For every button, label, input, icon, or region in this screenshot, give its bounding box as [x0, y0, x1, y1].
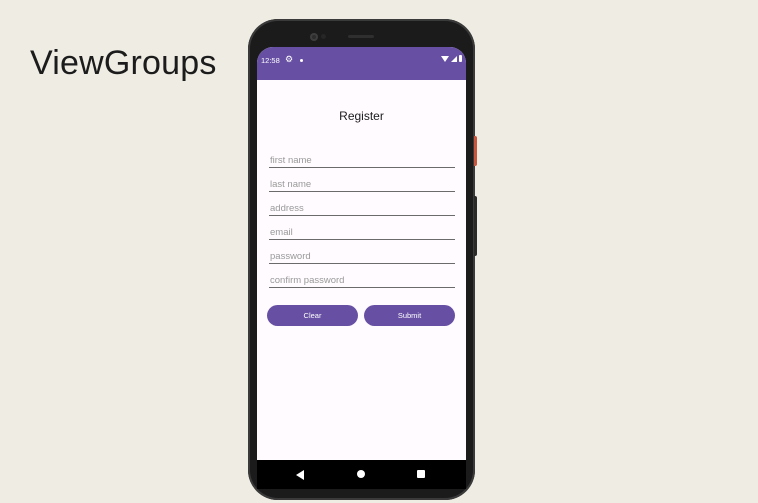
status-icons: [441, 55, 462, 62]
form-title: Register: [339, 109, 384, 123]
address-field[interactable]: [269, 201, 455, 216]
phone-frame: 12:58 ⚙ Register Clear Submit: [248, 19, 475, 500]
email-field[interactable]: [269, 225, 455, 240]
status-time: 12:58: [261, 56, 280, 65]
speaker-grille: [348, 35, 374, 38]
gear-icon: ⚙: [285, 54, 294, 64]
camera-icon: [310, 33, 318, 41]
battery-icon: [459, 55, 462, 62]
confirm-password-field[interactable]: [269, 273, 455, 288]
sensor-icon: [321, 34, 326, 39]
status-bar: 12:58 ⚙: [257, 47, 466, 80]
register-form: Register Clear Submit: [257, 80, 466, 460]
navigation-bar: [257, 460, 466, 489]
back-icon[interactable]: [296, 470, 304, 480]
volume-button: [474, 196, 477, 256]
submit-button[interactable]: Submit: [364, 305, 455, 326]
slide: ViewGroups 12:58 ⚙ Register first name l…: [0, 0, 758, 503]
first-name-field[interactable]: [269, 153, 455, 168]
last-name-field[interactable]: [269, 177, 455, 192]
notification-dot-icon: [300, 59, 303, 62]
power-button: [474, 136, 477, 166]
signal-icon: [451, 55, 457, 62]
slide-title: ViewGroups: [30, 44, 217, 82]
clear-button[interactable]: Clear: [267, 305, 358, 326]
wifi-icon: [441, 55, 449, 62]
phone-screen: 12:58 ⚙ Register Clear Submit: [257, 47, 466, 489]
password-field[interactable]: [269, 249, 455, 264]
recent-apps-icon[interactable]: [417, 470, 425, 478]
home-icon[interactable]: [357, 470, 365, 478]
